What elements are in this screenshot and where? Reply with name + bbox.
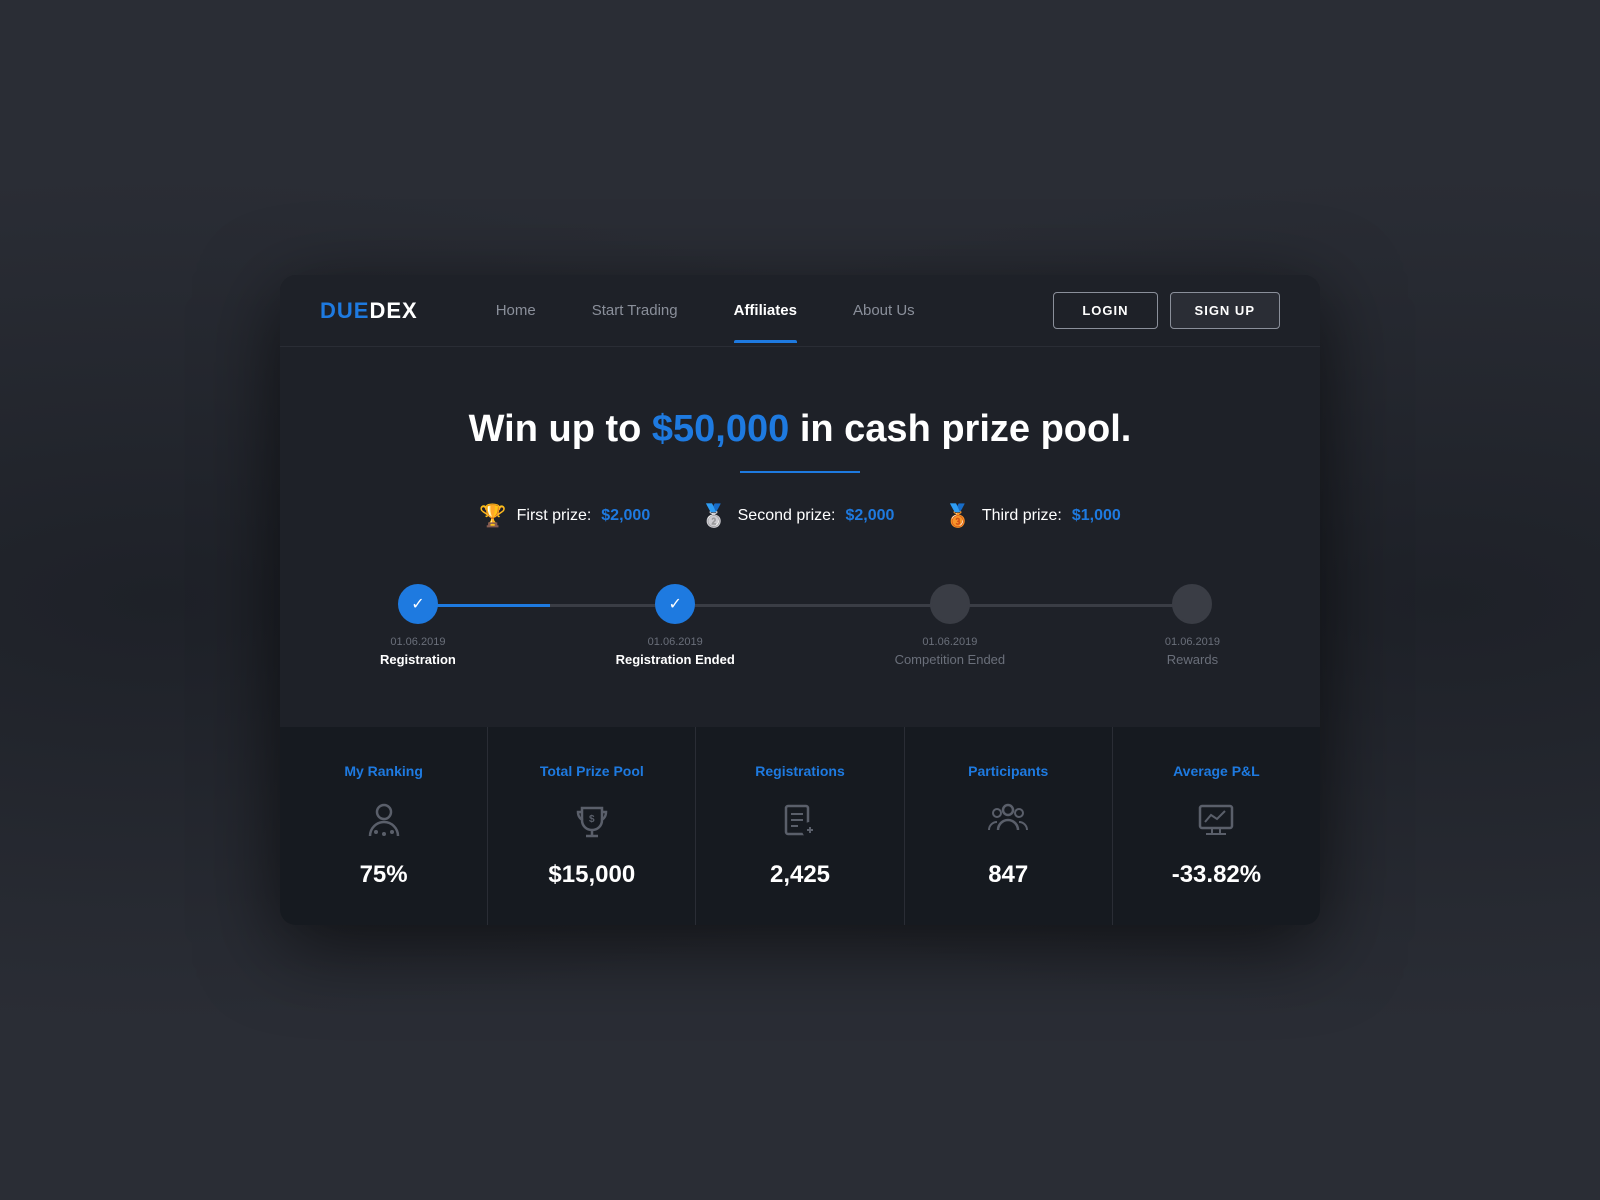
logo-part2: DEX [369,298,417,323]
nav-about-us[interactable]: About Us [825,278,943,343]
trophy-icon-gold: 🏆 [479,503,506,529]
ranking-icon [300,795,467,845]
hero-title-amount: $50,000 [652,408,789,450]
nav-affiliates[interactable]: Affiliates [706,278,825,343]
timeline-node-1: ✓ 01.06.2019 Registration [380,584,456,667]
stat-reg-label: Registrations [716,763,883,779]
prize-second: 🥈 Second prize: $2,000 [700,503,894,529]
trophy-icon-silver: 🥈 [700,503,727,529]
main-card: DUEDEX Home Start Trading Affiliates Abo… [280,275,1320,925]
prize-first-amount: $2,000 [601,507,650,525]
signup-button[interactable]: SIGN UP [1170,292,1280,329]
stat-part-value: 847 [925,861,1092,889]
timeline: ✓ 01.06.2019 Registration ✓ 01.06.2019 R… [320,584,1280,667]
trophy-icon-bronze: 🥉 [944,503,971,529]
nav-links: Home Start Trading Affiliates About Us [468,278,1054,343]
nav-buttons: LOGIN SIGN UP [1053,292,1280,329]
timeline-track: ✓ 01.06.2019 Registration ✓ 01.06.2019 R… [380,584,1220,667]
node-circle-1: ✓ [398,584,438,624]
hero-section: Win up to $50,000 in cash prize pool. 🏆 … [280,347,1320,727]
node-label-2: Registration Ended [616,652,735,667]
logo: DUEDEX [320,298,418,324]
stat-pl-value: -33.82% [1133,861,1300,889]
stats-section: My Ranking 75% Total Prize Pool [280,727,1320,925]
hero-title-after: in cash prize pool. [789,408,1131,450]
stat-avg-pl: Average P&L -33.82% [1113,727,1320,925]
prize-second-label: Second prize: [738,507,836,525]
stat-pl-label: Average P&L [1133,763,1300,779]
node-circle-2: ✓ [655,584,695,624]
stat-prize-pool: Total Prize Pool $ $15,000 [488,727,696,925]
node-date-1: 01.06.2019 [390,636,445,648]
prize-first: 🏆 First prize: $2,000 [479,503,650,529]
prize-second-amount: $2,000 [845,507,894,525]
nav-start-trading[interactable]: Start Trading [564,278,706,343]
hero-title-before: Win up to [469,408,652,450]
stat-reg-value: 2,425 [716,861,883,889]
stat-my-ranking: My Ranking 75% [280,727,488,925]
node-label-3: Competition Ended [895,652,1006,667]
node-circle-4 [1172,584,1212,624]
hero-divider [740,471,860,473]
node-date-2: 01.06.2019 [648,636,703,648]
hero-title: Win up to $50,000 in cash prize pool. [320,407,1280,453]
logo-part1: DUE [320,298,369,323]
stat-prize-value: $15,000 [508,861,675,889]
prize-third: 🥉 Third prize: $1,000 [944,503,1120,529]
prize-icon: $ [508,795,675,845]
stat-participants: Participants 847 [905,727,1113,925]
node-date-4: 01.06.2019 [1165,636,1220,648]
prize-third-label: Third prize: [982,507,1062,525]
navbar: DUEDEX Home Start Trading Affiliates Abo… [280,275,1320,347]
node-date-3: 01.06.2019 [922,636,977,648]
stat-registrations: Registrations 2,425 [696,727,904,925]
timeline-node-4: 01.06.2019 Rewards [1165,584,1220,667]
stat-ranking-label: My Ranking [300,763,467,779]
timeline-node-3: 01.06.2019 Competition Ended [895,584,1006,667]
prize-first-label: First prize: [517,507,592,525]
registrations-icon [716,795,883,845]
timeline-node-2: ✓ 01.06.2019 Registration Ended [616,584,735,667]
stat-part-label: Participants [925,763,1092,779]
prize-third-amount: $1,000 [1072,507,1121,525]
nav-home[interactable]: Home [468,278,564,343]
node-label-1: Registration [380,652,456,667]
prizes-row: 🏆 First prize: $2,000 🥈 Second prize: $2… [320,503,1280,529]
node-label-4: Rewards [1167,652,1218,667]
stat-ranking-value: 75% [300,861,467,889]
participants-icon [925,795,1092,845]
node-circle-3 [930,584,970,624]
chart-icon [1133,795,1300,845]
stat-prize-label: Total Prize Pool [508,763,675,779]
login-button[interactable]: LOGIN [1053,292,1157,329]
svg-text:$: $ [589,814,595,825]
